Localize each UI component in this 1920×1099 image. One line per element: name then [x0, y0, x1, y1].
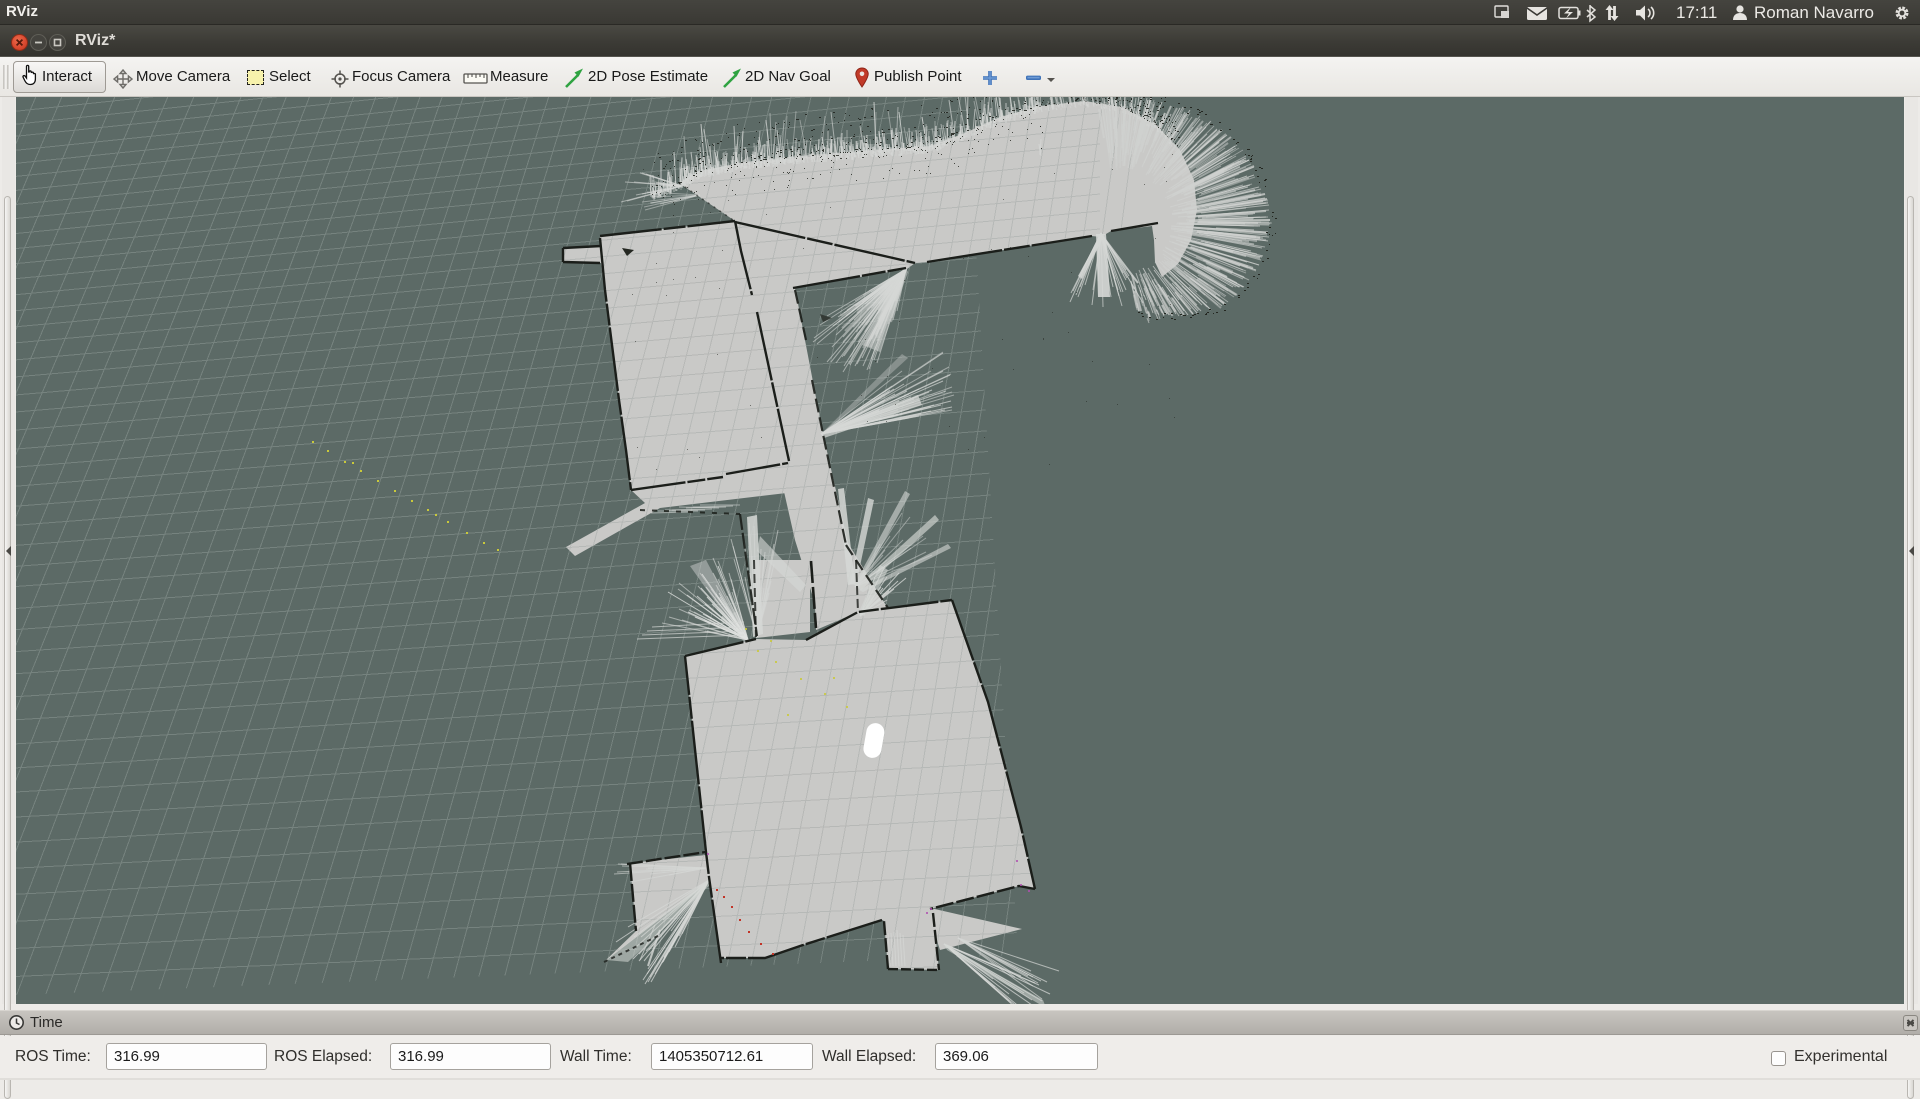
svg-text:17:11: 17:11	[1676, 3, 1717, 22]
svg-text:Roman Navarro: Roman Navarro	[1754, 3, 1874, 22]
